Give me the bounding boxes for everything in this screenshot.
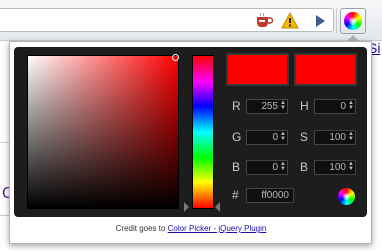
red-label: R [232, 99, 241, 113]
red-spinner[interactable]: ▲ ▼ [280, 100, 286, 112]
brightness-spinner[interactable]: ▲ ▼ [348, 161, 354, 173]
saturation-spinner[interactable]: ▲ ▼ [348, 131, 354, 143]
coffee-cup-icon[interactable] [255, 12, 273, 29]
credit-prefix: Credit goes to [115, 224, 168, 233]
new-color-swatch [226, 53, 289, 86]
toolbar-separator [336, 8, 337, 34]
green-spinner[interactable]: ▲ ▼ [280, 131, 286, 143]
credit-line: Credit goes to Color Picker - jQuery Plu… [0, 224, 382, 233]
warning-icon[interactable] [281, 12, 299, 29]
hex-input[interactable]: ff0000 [246, 188, 294, 203]
hue-handle-right[interactable] [215, 202, 220, 212]
color-wheel-icon [344, 12, 362, 30]
saturation-value-area[interactable] [27, 55, 179, 209]
blue-spinner[interactable]: ▲ ▼ [280, 161, 286, 173]
blue-label: B [232, 160, 241, 174]
current-color-swatch[interactable] [294, 53, 357, 86]
green-label: G [232, 130, 242, 144]
hue-slider[interactable] [192, 55, 214, 209]
credit-link[interactable]: Color Picker - jQuery Plugin [168, 224, 267, 233]
hue-spinner[interactable]: ▲ ▼ [348, 100, 354, 112]
saturation-label: S [300, 130, 309, 144]
hex-label: # [232, 188, 239, 202]
saturation-value-cursor[interactable] [172, 54, 179, 61]
hue-handle-left[interactable] [184, 202, 189, 212]
hue-label: H [300, 99, 309, 113]
brightness-label: B [300, 160, 309, 174]
browser-toolbar [0, 0, 382, 41]
color-wheel-icon[interactable] [338, 188, 355, 205]
play-icon[interactable] [312, 13, 328, 29]
color-picker-extension-button[interactable] [340, 8, 366, 34]
